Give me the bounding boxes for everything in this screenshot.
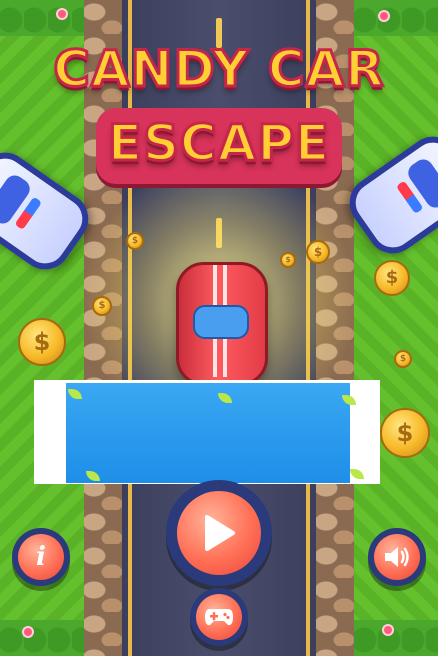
sound-button[interactable] [368, 528, 426, 586]
play-button[interactable] [166, 480, 272, 586]
game-title-line-2: ESCAPE [106, 113, 331, 174]
bush-bottom-left [0, 620, 84, 656]
flower-icon [384, 626, 392, 634]
play-icon [205, 515, 235, 551]
leaf-icon [86, 471, 100, 481]
controls-button-face [196, 594, 242, 640]
flower-icon [380, 12, 388, 20]
sound-button-face [374, 534, 420, 580]
coin-icon: $ [18, 318, 66, 366]
flower-icon [58, 10, 66, 18]
car-windshield [193, 305, 249, 339]
ad-banner-image [66, 383, 364, 483]
bush-top-right [354, 0, 438, 36]
coin-icon: $ [374, 260, 410, 296]
controls-button[interactable] [190, 588, 248, 646]
leaf-icon [68, 389, 82, 399]
game-title-line-1: CANDY CAR [52, 39, 386, 100]
info-button[interactable]: i [12, 528, 70, 586]
bush-bottom-right [354, 620, 438, 656]
ad-banner[interactable] [34, 380, 380, 484]
leaf-icon [218, 393, 232, 403]
coin-icon: $ [280, 252, 296, 268]
leaf-icon [350, 469, 364, 479]
flower-icon [24, 628, 32, 636]
game-scene: $ $ $ $ $ $ $ $ CANDY CAR ESCAPE i [0, 0, 438, 656]
coin-icon: $ [394, 350, 412, 368]
coin-icon: $ [126, 232, 144, 250]
info-icon: i [18, 534, 64, 580]
coin-icon: $ [92, 296, 112, 316]
leaf-icon [342, 395, 356, 405]
coin-icon: $ [380, 408, 430, 458]
player-car [176, 262, 268, 386]
play-button-face [177, 491, 261, 575]
speaker-icon [385, 547, 409, 567]
gamepad-icon [205, 609, 233, 626]
bush-top-left [0, 0, 84, 36]
coin-icon: $ [306, 240, 330, 264]
